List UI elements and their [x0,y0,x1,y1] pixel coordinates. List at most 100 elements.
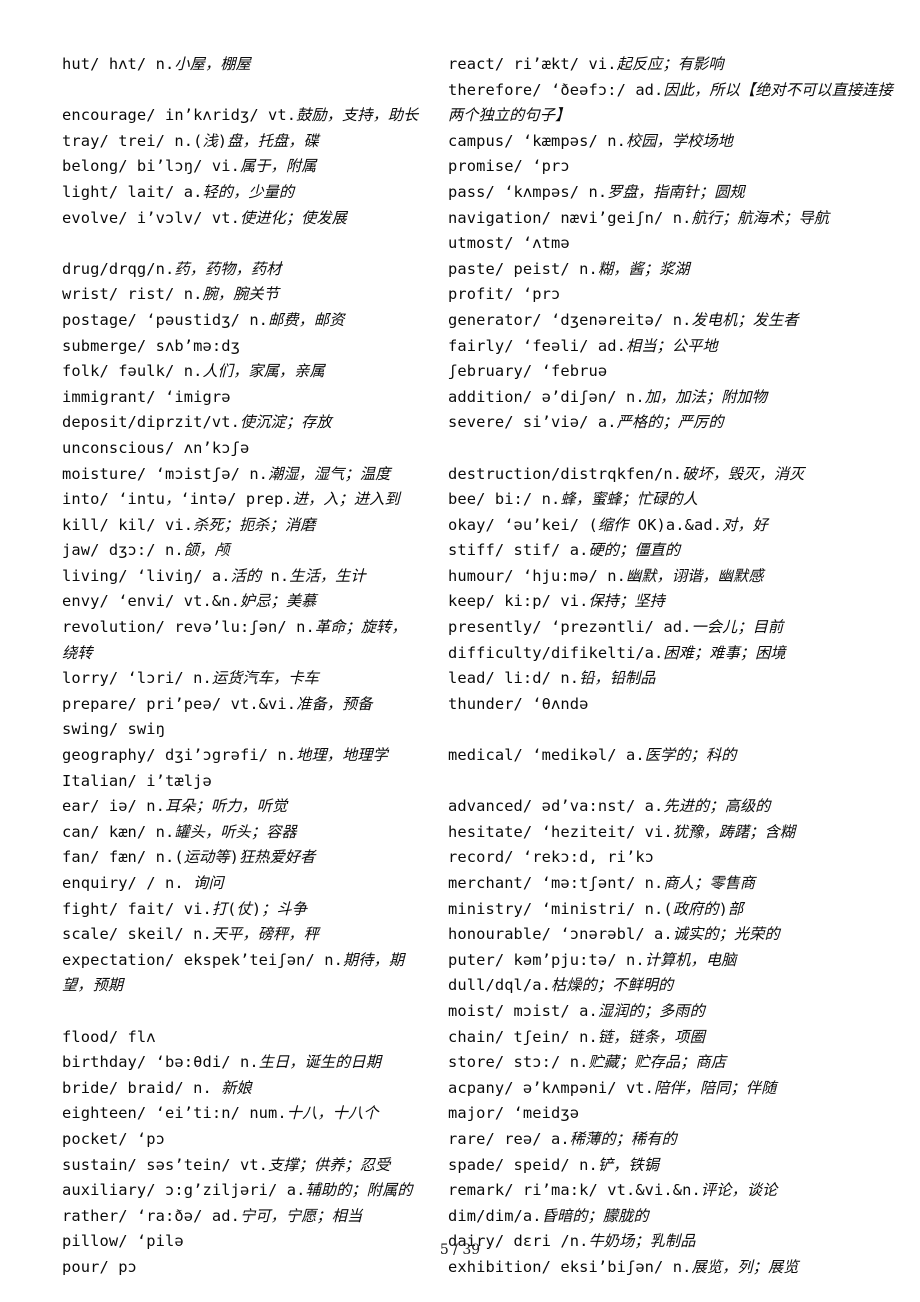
vocabulary-entry: therefore/ ‘ðeəfɔ:/ ad.因此，所以【绝对不可以直接连接两个… [448,80,893,125]
vocabulary-entry: severe/ si’viə/ a.严格的；严厉的 [448,413,724,432]
vocabulary-entry: folk/ fəulk/ n.人们，家属，亲属 [62,362,325,381]
vocabulary-entry: can/ kæn/ n.罐头，听头；容器 [62,822,297,841]
chinese-gloss: 辅助的；附属的 [305,1181,413,1200]
chinese-gloss: 起反应；有影响 [616,55,724,73]
chinese-gloss: 属于，附属 [239,157,317,176]
chinese-gloss: 使沉淀；存放 [239,413,332,432]
vocabulary-entry: stiff/ stif/ a.硬的；僵直的 [448,541,681,560]
vocabulary-entry: immigrant/ ‘imigrə [62,387,231,406]
chinese-gloss: 航行；航海术；导航 [691,208,830,227]
vocabulary-entry: postage/ ‘pəustidʒ/ n.邮费，邮资 [62,310,345,329]
vocabulary-entry: record/ ‘rekɔ:d, ri’kɔ [448,848,655,867]
vocabulary-entry: drug/drqg/n.药，药物，药材 [62,259,282,278]
chinese-gloss: 幽默，诩谐，幽默感 [625,566,764,585]
chinese-gloss: 使进化；使发展 [239,208,347,227]
chinese-gloss: 革命；旋转，绕转 [62,618,407,662]
chinese-gloss: 犹豫，踌躇；含糊 [672,822,796,841]
vocabulary-entry: utmost/ ‘ʌtmə [448,234,570,253]
vocabulary-entry: fan/ fæn/ n.(运动等)狂热爱好者 [62,848,316,867]
vocabulary-entry: campus/ ‘kæmpəs/ n.校园，学校场地 [448,131,733,150]
vocabulary-entry: prepare/ pri’peə/ vt.&vi.准备，预备 [62,694,373,713]
chinese-gloss: 加，加法；附加物 [644,387,767,406]
vocabulary-entry: sustain/ səs’tein/ vt.支撑；供养；忍受 [62,1155,391,1174]
vocabulary-entry: eighteen/ ‘ei’ti:n/ num.十八，十八个 [62,1104,379,1123]
vocabulary-entry: lorry/ ‘lɔri/ n.运货汽车，卡车 [62,669,319,688]
vocabulary-entry: envy/ ‘envi/ vt.&n.妒忌；美慕 [62,592,317,611]
chinese-gloss: 保持；坚持 [588,592,665,611]
entry-group-spacer [448,769,900,795]
vocabulary-entry: difficulty/difikelti/a.困难；难事；困境 [448,643,786,662]
chinese-gloss: 破坏，毁灭，消灭 [682,464,805,483]
chinese-gloss: 准备，预备 [296,694,373,713]
chinese-gloss: 小屋，棚屋 [174,55,251,73]
chinese-gloss: 严格的；严厉的 [616,413,724,432]
vocabulary-entry: paste/ peist/ n.糊，酱；浆湖 [448,259,690,278]
chinese-gloss: 地理，地理学 [296,746,388,765]
vocabulary-entry: puter/ kəm’pju:tə/ n.计算机，电脑 [448,950,737,969]
vocabulary-entry: addition/ ə’diʃən/ n.加，加法；附加物 [448,387,767,406]
vocabulary-entry: thunder/ ‘θʌndə [448,694,589,713]
vocabulary-entry: deposit/diprzit/vt.使沉淀；存放 [62,413,332,432]
chinese-gloss: 因此，所以【绝对不可以直接连接两个独立的句子】 [448,80,893,125]
chinese-gloss: 硬的；僵直的 [588,541,681,560]
vocabulary-entry: merchant/ ‘mə:tʃənt/ n.商人；零售商 [448,874,756,892]
vocabulary-entry: birthday/ ‘bə:θdi/ n.生日，诞生的日期 [62,1053,381,1072]
chinese-gloss: 缩作 [597,515,629,534]
vocabulary-entry: unconscious/ ʌn’kɔʃə [62,438,250,457]
vocabulary-entry: fairly/ ‘feəli/ ad.相当；公平地 [448,336,718,355]
vocabulary-entry: enquiry/ / n. 询问 [62,874,224,892]
vocabulary-entry: submerge/ sʌb’mə:dʒ [62,336,240,355]
vocabulary-entry: chain/ tʃein/ n.链，链条，项圈 [448,1027,705,1046]
vocabulary-entry: jaw/ dʒɔ:/ n.颌，颅 [62,541,230,560]
chinese-gloss: 腕，腕关节 [202,285,279,304]
document-page: hut/ hʌt/ n.小屋，棚屋 encourage/ in’kʌridʒ/ v… [0,0,920,1302]
vocabulary-entry: okay/ ‘əu’kei/ (缩作 OK)a.&ad.对，好 [448,515,768,534]
chinese-gloss: 浅 [202,131,218,150]
chinese-gloss: 政府的 [672,899,719,918]
vocabulary-entry: remark/ ri’ma:k/ vt.&vi.&n.评论，谈论 [448,1181,778,1200]
vocabulary-entry: promise/ ‘prɔ [448,157,570,176]
chinese-gloss: 生活，生计 [289,566,366,585]
vocabulary-entry: exhibition/ eksi’biʃən/ n.展览，列；展览 [448,1257,799,1276]
chinese-gloss: 罗盘，指南针；圆规 [607,182,745,201]
chinese-gloss: 罐头，听头；容器 [174,822,297,841]
vocabulary-entry: scale/ skeil/ n.天平，磅秤，秤 [62,925,319,944]
vocabulary-entry: presently/ ‘prezəntli/ ad.一会儿；目前 [448,618,784,637]
vocabulary-entry: encourage/ in’kʌridʒ/ vt.鼓励，支持，助长 [62,106,419,125]
chinese-gloss: 链，链条，项圈 [597,1027,705,1046]
chinese-gloss: 颌，颅 [183,541,230,560]
chinese-gloss: 枯燥的；不鲜明的 [551,976,674,995]
chinese-gloss: 糊，酱；浆湖 [597,259,690,278]
vocabulary-entry: honourable/ ‘ɔnərəbl/ a.诚实的；光荣的 [448,925,780,944]
vocabulary-entry: evolve/ i’vɔlv/ vt.使进化；使发展 [62,208,347,227]
vocabulary-entry: navigation/ nævi’geiʃn/ n.航行；航海术；导航 [448,208,830,227]
chinese-gloss: 进，入；进入到 [292,490,400,509]
entry-group-spacer [448,717,900,743]
vocabulary-entry: kill/ kil/ vi.杀死；扼杀；消磨 [62,515,316,534]
chinese-gloss: 鼓励，支持，助长 [296,106,419,125]
vocabulary-entry: living/ ‘liviŋ/ a.活的 n.生活，生计 [62,566,366,585]
vocabulary-entry: profit/ ‘prɔ [448,285,561,304]
chinese-gloss: 新娘 [221,1078,252,1097]
chinese-gloss: 药，药物，药材 [174,259,282,278]
vocabulary-entry: expectation/ ekspek’teiʃən/ n.期待，期望，预期 [62,950,405,995]
chinese-gloss: 询问 [193,874,224,892]
vocabulary-entry: advanced/ əd’va:nst/ a.先进的；高级的 [448,797,771,816]
chinese-gloss: 相当；公平地 [625,336,718,355]
vocabulary-entry: into/ ‘intu，‘intə/ prep.进，入；进入到 [62,490,400,509]
chinese-gloss: 计算机，电脑 [644,950,737,969]
vocabulary-entry: store/ stɔ:/ n.贮藏；贮存品；商店 [448,1053,727,1072]
chinese-gloss: 仗 [236,899,252,918]
vocabulary-entry: acpany/ ə’kʌmpəni/ vt.陪伴，陪同；伴随 [448,1078,777,1097]
vocabulary-entry: auxiliary/ ɔ:g’ziljəri/ a.辅助的；附属的 [62,1181,413,1200]
chinese-gloss: 狂热爱好者 [239,848,316,867]
chinese-gloss: 妒忌；美慕 [239,592,317,611]
chinese-gloss: 活的 [230,566,262,585]
chinese-gloss: 期待，期望，预期 [62,950,405,995]
vocabulary-entry: Italian/ i’tæljə [62,771,212,790]
vocabulary-entry: pour/ pɔ [62,1257,137,1276]
vocabulary-entry: ministry/ ‘ministri/ n.(政府的)部 [448,899,744,918]
chinese-gloss: 耳朵；听力，听觉 [165,797,288,816]
vocabulary-entry: pass/ ‘kʌmpəs/ n.罗盘，指南针；圆规 [448,182,745,201]
chinese-gloss: 盘，托盘，碟 [227,131,319,150]
